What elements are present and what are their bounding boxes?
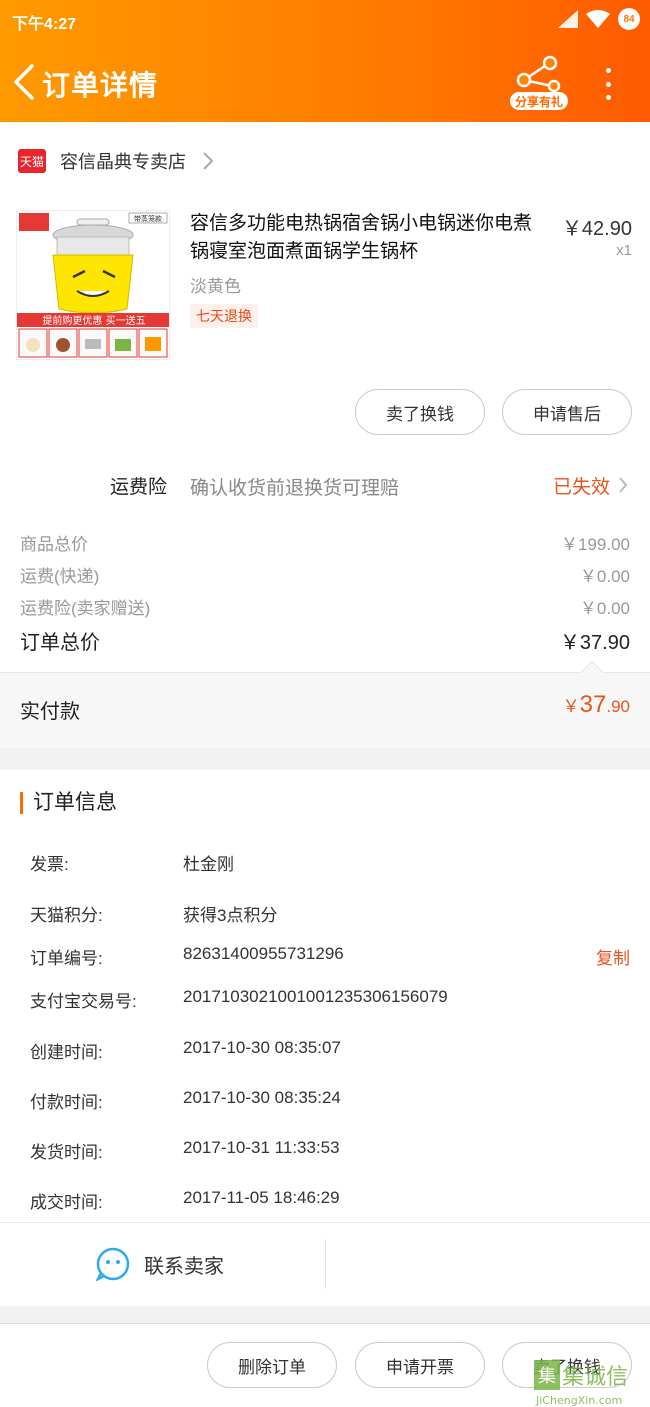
watermark-cn: 集诚信 [562,1365,628,1390]
info-value: 2017-10-30 08:35:07 [183,1038,341,1057]
chevron-right-icon[interactable] [618,476,628,494]
summary-label: 运费险(卖家赠送) [20,599,151,618]
summary-shipping: 运费(快递) ￥0.00 [20,562,630,587]
delete-order-button[interactable]: 删除订单 [207,1342,337,1388]
paid-main: 37 [579,691,607,718]
rice-cooker-illustration: 带蒸笼款 提前购更优惠 买一送五 [17,211,169,359]
paid-decimal: .90 [606,697,630,716]
product-variant: 淡黄色 [190,277,241,296]
info-value: 2017-11-05 18:46:29 [183,1188,340,1207]
status-time: 下午4:27 [12,16,77,33]
request-invoice-button[interactable]: 申请开票 [355,1342,485,1388]
return-policy-tag: 七天退换 [190,304,258,328]
tmall-icon: 天猫 [18,149,46,173]
product-price: ￥42.90 [561,218,632,240]
signal-icon [558,10,578,28]
info-value: 2017-10-30 08:35:24 [183,1088,341,1107]
chevron-right-icon [203,152,214,170]
copy-button[interactable]: 复制 [596,944,630,969]
sell-button[interactable]: 卖了换钱 [355,389,485,435]
share-badge: 分享有礼 [510,92,568,110]
insurance-desc: 确认收货前退换货可理赔 [190,478,400,499]
info-value: 杜金刚 [183,855,234,874]
battery-icon: 84 [618,8,640,30]
back-icon[interactable] [10,62,40,102]
product-image[interactable]: 带蒸笼款 提前购更优惠 买一送五 [16,210,170,360]
info-label: 订单编号: [30,949,103,968]
summary-value: ￥0.00 [579,599,630,618]
status-icons: 84 [558,8,640,30]
order-total: 订单总价 ￥37.90 [20,626,630,655]
info-label: 发票: [30,855,69,874]
share-button[interactable]: 分享有礼 [510,54,570,112]
summary-value: ￥199.00 [561,535,630,554]
svg-text:集: 集 [538,1366,556,1387]
divider [325,1239,326,1289]
order-total-label: 订单总价 [20,632,100,654]
insurance-label: 运费险 [110,477,168,498]
insurance-status[interactable]: 已失效 [553,472,610,499]
product-title[interactable]: 容信多功能电热锅宿舍锅小电锅迷你电煮锅寝室泡面煮面锅学生锅杯 [190,210,540,266]
info-value: 2017103021001001235306156079 [183,987,448,1006]
wifi-icon [586,10,610,28]
summary-goods-total: 商品总价 ￥199.00 [20,530,630,555]
paid-value: ￥37.90 [563,691,630,719]
shop-link[interactable]: 天猫 容信晶典专卖店 [18,148,214,174]
after-sale-button[interactable]: 申请售后 [502,389,632,435]
watermark-en: JiChengXin.com [535,1394,622,1407]
contact-seller-label: 联系卖家 [144,1255,224,1278]
info-value: 82631400955731296 [183,944,344,963]
chat-face-icon [96,1247,130,1281]
shop-name: 容信晶典专卖店 [60,152,186,172]
info-label: 成交时间: [30,1193,103,1212]
more-menu-icon[interactable] [598,64,618,104]
image-banner: 提前购更优惠 买一送五 [42,314,145,327]
info-label: 付款时间: [30,1093,103,1112]
paid-amount-row: 实付款 ￥37.90 [0,660,650,748]
info-label: 天猫积分: [30,906,103,925]
info-label: 发货时间: [30,1143,103,1162]
app-header: 下午4:27 84 订单详情 分享有礼 [0,0,650,122]
contact-bar: 联系卖家 [0,1222,650,1306]
summary-label: 运费(快递) [20,567,100,586]
watermark-logo: 集 集诚信 JiChengXin.com [534,1360,628,1407]
order-info-section: 订单信息 发票: 杜金刚 天猫积分: 获得3点积分 订单编号: 82631400… [0,770,650,1306]
page-title: 订单详情 [42,70,159,101]
summary-value: ￥0.00 [579,567,630,586]
summary-insurance: 运费险(卖家赠送) ￥0.00 [20,594,630,619]
summary-label: 商品总价 [20,535,88,554]
section-title: 订单信息 [20,792,117,814]
contact-seller-button[interactable]: 联系卖家 [96,1247,224,1281]
share-icon [516,55,561,93]
image-badge: 带蒸笼款 [134,214,162,223]
status-bar: 下午4:27 84 [0,0,650,40]
nav-bar: 订单详情 分享有礼 [0,48,650,118]
info-label: 支付宝交易号: [30,992,137,1011]
order-card: 天猫 容信晶典专卖店 带蒸笼款 提前购更优惠 买一送五 容信多功能电热锅宿舍锅小… [0,122,650,748]
info-label: 创建时间: [30,1043,103,1062]
info-value: 2017-10-31 11:33:53 [183,1138,340,1157]
info-value: 获得3点积分 [183,906,278,925]
order-total-value: ￥37.90 [559,632,630,654]
product-qty: x1 [616,242,632,259]
paid-currency: ￥ [562,697,580,716]
paid-label: 实付款 [20,701,80,723]
